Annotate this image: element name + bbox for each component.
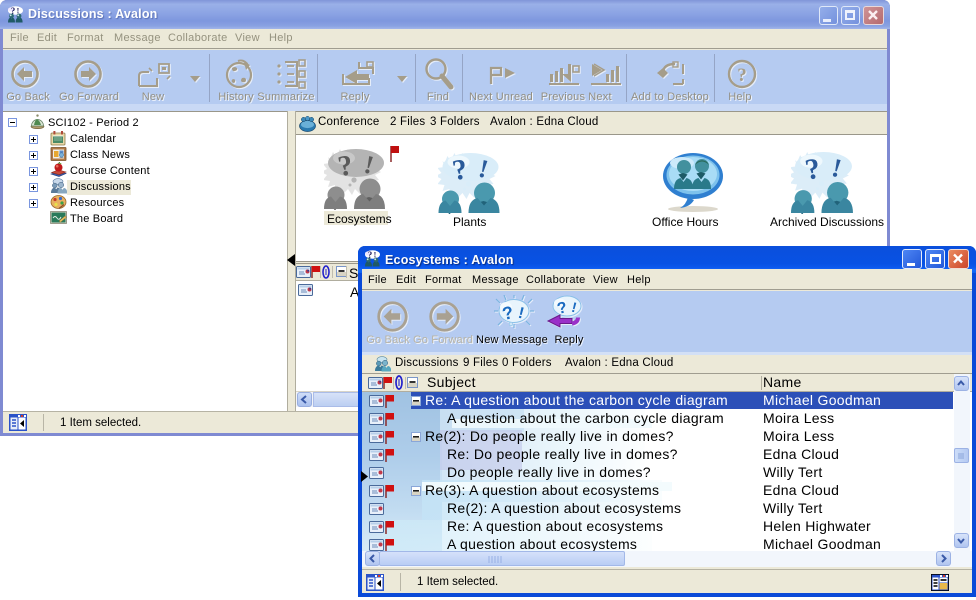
svg-text:?: ? <box>737 65 747 86</box>
